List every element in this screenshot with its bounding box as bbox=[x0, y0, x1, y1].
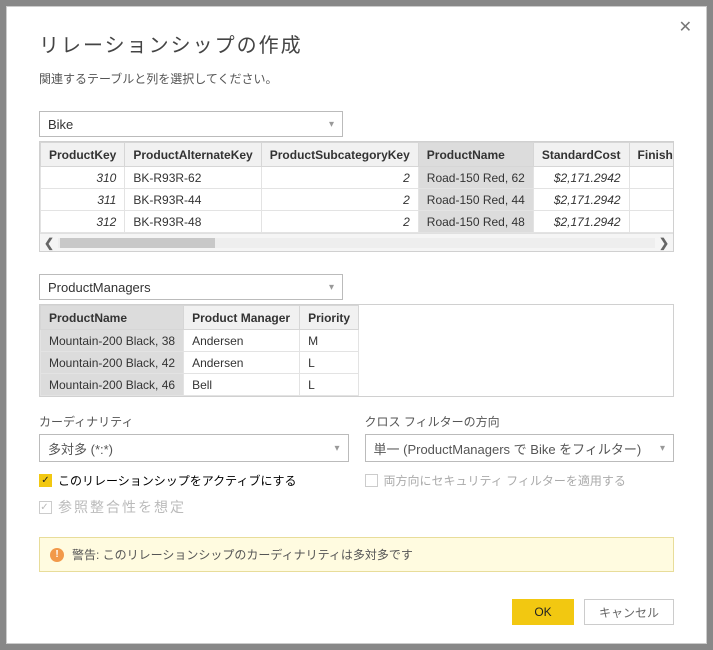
table-row[interactable]: Mountain-200 Black, 46 Bell L bbox=[41, 374, 359, 396]
col-finishedgoodsflag[interactable]: FinishedGoodsFlag bbox=[629, 143, 674, 167]
table-row[interactable]: Mountain-200 Black, 38 Andersen M bbox=[41, 330, 359, 352]
warning-icon: ! bbox=[50, 548, 64, 562]
table-row[interactable]: Mountain-200 Black, 42 Andersen L bbox=[41, 352, 359, 374]
checkbox-unchecked-icon bbox=[365, 474, 378, 487]
table-row[interactable]: 311 BK-R93R-44 2 Road-150 Red, 44 $2,171… bbox=[41, 189, 675, 211]
col-standardcost[interactable]: StandardCost bbox=[533, 143, 629, 167]
crossfilter-dropdown[interactable]: 単一 (ProductManagers で Bike をフィルター) ▾ bbox=[365, 434, 675, 462]
col-productname[interactable]: ProductName bbox=[41, 306, 184, 330]
table1-hscroll[interactable]: ❮ ❯ bbox=[40, 233, 673, 251]
checkbox-disabled-icon: ✓ bbox=[39, 501, 52, 514]
dialog-buttons: OK キャンセル bbox=[512, 599, 674, 625]
assume-integrity-row: ✓ 参照整合性を想定 bbox=[39, 497, 674, 517]
close-icon[interactable]: ✕ bbox=[679, 17, 692, 37]
cardinality-dropdown[interactable]: 多対多 (*:*) ▾ bbox=[39, 434, 349, 462]
assume-integrity-label: 参照整合性を想定 bbox=[58, 497, 186, 517]
col-productmanager[interactable]: Product Manager bbox=[184, 306, 300, 330]
cardinality-value: 多対多 (*:*) bbox=[48, 439, 113, 458]
active-checkbox-label: このリレーションシップをアクティブにする bbox=[58, 472, 297, 489]
chevron-down-icon: ▾ bbox=[329, 119, 334, 130]
scroll-right-icon[interactable]: ❯ bbox=[655, 236, 673, 250]
table1-header-row: ProductKey ProductAlternateKey ProductSu… bbox=[41, 143, 675, 167]
crossfilter-label: クロス フィルターの方向 bbox=[365, 413, 675, 430]
table2-select[interactable]: ProductManagers ▾ bbox=[39, 274, 343, 300]
active-checkbox-row[interactable]: ✓ このリレーションシップをアクティブにする bbox=[39, 472, 349, 489]
security-checkbox-label: 両方向にセキュリティ フィルターを適用する bbox=[384, 472, 626, 489]
col-productalternatekey[interactable]: ProductAlternateKey bbox=[125, 143, 261, 167]
chevron-down-icon: ▾ bbox=[329, 282, 334, 293]
table2-grid: ProductName Product Manager Priority Mou… bbox=[39, 304, 674, 397]
crossfilter-value: 単一 (ProductManagers で Bike をフィルター) bbox=[374, 439, 642, 458]
scroll-thumb[interactable] bbox=[60, 238, 215, 248]
warning-text: 警告: このリレーションシップのカーディナリティは多対多です bbox=[72, 546, 413, 563]
col-productkey[interactable]: ProductKey bbox=[41, 143, 125, 167]
dialog-title: リレーションシップの作成 bbox=[39, 29, 674, 58]
security-checkbox-row: 両方向にセキュリティ フィルターを適用する bbox=[365, 472, 675, 489]
cancel-button[interactable]: キャンセル bbox=[584, 599, 674, 625]
table2-header-row: ProductName Product Manager Priority bbox=[41, 306, 359, 330]
checkbox-checked-icon[interactable]: ✓ bbox=[39, 474, 52, 487]
chevron-down-icon: ▾ bbox=[334, 443, 339, 454]
create-relationship-dialog: ✕ リレーションシップの作成 関連するテーブルと列を選択してください。 Bike… bbox=[6, 6, 707, 644]
col-priority[interactable]: Priority bbox=[300, 306, 359, 330]
table1-select-value: Bike bbox=[48, 117, 73, 132]
table-row[interactable]: 312 BK-R93R-48 2 Road-150 Red, 48 $2,171… bbox=[41, 211, 675, 233]
col-productsubcategorykey[interactable]: ProductSubcategoryKey bbox=[261, 143, 418, 167]
dialog-subtitle: 関連するテーブルと列を選択してください。 bbox=[39, 70, 674, 87]
col-productname[interactable]: ProductName bbox=[418, 143, 533, 167]
table1-select[interactable]: Bike ▾ bbox=[39, 111, 343, 137]
chevron-down-icon: ▾ bbox=[660, 443, 665, 454]
ok-button[interactable]: OK bbox=[512, 599, 574, 625]
warning-banner: ! 警告: このリレーションシップのカーディナリティは多対多です bbox=[39, 537, 674, 572]
table-row[interactable]: 310 BK-R93R-62 2 Road-150 Red, 62 $2,171… bbox=[41, 167, 675, 189]
table1-grid: ProductKey ProductAlternateKey ProductSu… bbox=[39, 141, 674, 252]
cardinality-label: カーディナリティ bbox=[39, 413, 349, 430]
table2-select-value: ProductManagers bbox=[48, 280, 151, 295]
scroll-left-icon[interactable]: ❮ bbox=[40, 236, 58, 250]
